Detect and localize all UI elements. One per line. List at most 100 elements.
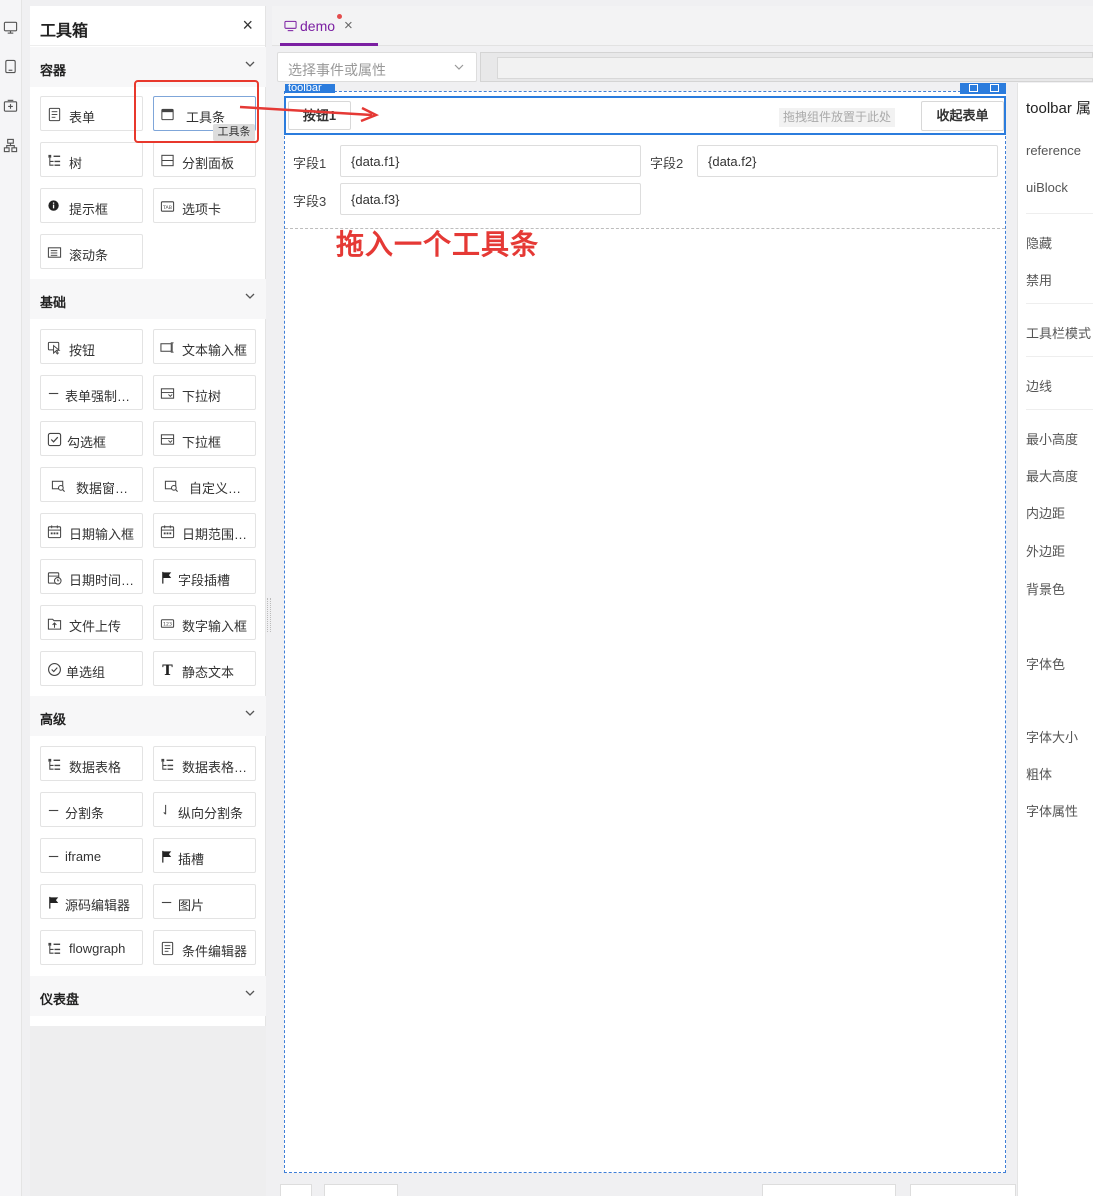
toolbox-item-flowgraph[interactable]: flowgraph <box>40 930 143 965</box>
bottom-tab[interactable] <box>762 1184 896 1196</box>
field-input-1[interactable]: {data.f1} <box>340 145 641 177</box>
toolbox-item-data-window[interactable]: 数据窗… <box>40 467 143 502</box>
prop-label-margin: 外边距 <box>1026 544 1066 559</box>
toolbox-item-iframe[interactable]: iframe <box>40 838 143 873</box>
add-component-icon[interactable] <box>3 98 18 113</box>
toolbox-item-static-text[interactable]: T 静态文本 <box>153 651 256 686</box>
section-header-advanced[interactable]: 高级 <box>30 696 266 736</box>
toolbox-item-custom[interactable]: 自定义… <box>153 467 256 502</box>
toolbar-component[interactable]: 按钮1 拖拽组件放置于此处 收起表单 <box>284 96 1006 135</box>
section-header-dashboard[interactable]: 仪表盘 <box>30 976 266 1016</box>
field-input-3[interactable]: {data.f3} <box>340 183 641 215</box>
flag-icon <box>160 570 175 585</box>
toolbox-item-label: 表单 <box>69 110 96 125</box>
toolbox-item-label: 文件上传 <box>69 619 122 634</box>
toolbox-item-button[interactable]: 按钮 <box>40 329 143 364</box>
toolbox-item-label: 分割条 <box>65 806 105 821</box>
toolbox-item-form-force[interactable]: 表单强制… <box>40 375 143 410</box>
section-label: 仪表盘 <box>40 992 80 1007</box>
toolbox-item-label: flowgraph <box>69 941 126 956</box>
tree-icon <box>47 941 62 956</box>
svg-text:TAB: TAB <box>162 205 172 211</box>
toolbox-item-slot[interactable]: 插槽 <box>153 838 256 873</box>
section-header-basic[interactable]: 基础 <box>30 279 266 319</box>
collapse-form-button[interactable]: 收起表单 <box>921 101 1004 131</box>
field-label-1: 字段1 <box>293 156 327 171</box>
toolbox-item-code-editor[interactable]: 源码编辑器 <box>40 884 143 919</box>
field-input-2[interactable]: {data.f2} <box>697 145 998 177</box>
toolbox-item-image[interactable]: 图片 <box>153 884 256 919</box>
toolbox-item-form[interactable]: 表单 <box>40 96 143 131</box>
calendar-clock-icon <box>47 570 62 585</box>
toolbox-close-icon[interactable]: × <box>242 16 253 34</box>
toolbox-item-condition-editor[interactable]: 条件编辑器 <box>153 930 256 965</box>
delete-icon[interactable] <box>990 84 999 92</box>
property-input[interactable] <box>497 57 1093 79</box>
toolbox-item-divider[interactable]: 分割条 <box>40 792 143 827</box>
prop-label-reference: reference <box>1026 143 1081 158</box>
toolbox-item-checkbox[interactable]: 勾选框 <box>40 421 143 456</box>
toolbox-item-split-panel[interactable]: 分割面板 <box>153 142 256 177</box>
toolbox-item-label: iframe <box>65 849 102 864</box>
splitter-handle[interactable] <box>267 598 271 632</box>
toolbox-item-field-slot[interactable]: 字段插槽 <box>153 559 256 594</box>
divider <box>1026 409 1093 410</box>
toolbox-item-datetime[interactable]: 日期时间… <box>40 559 143 594</box>
desktop-icon[interactable] <box>3 20 18 35</box>
annotation-text: 拖入一个工具条 <box>336 229 540 260</box>
toolbox-item-label: 提示框 <box>69 202 109 217</box>
prop-label-bold: 粗体 <box>1026 767 1053 782</box>
toolbox-item-date-range[interactable]: 日期范围… <box>153 513 256 548</box>
field-label-2: 字段2 <box>650 156 684 171</box>
toolbox-item-data-table-2[interactable]: 数据表格… <box>153 746 256 781</box>
toolbar-button-1[interactable]: 按钮1 <box>288 101 351 130</box>
network-icon[interactable] <box>3 138 18 153</box>
svg-text:123: 123 <box>163 621 172 627</box>
text-t-icon: T <box>160 662 175 677</box>
drag-tooltip: 工具条 <box>213 124 255 141</box>
toolbox-item-file-upload[interactable]: 文件上传 <box>40 605 143 640</box>
toolbox-item-select[interactable]: 下拉框 <box>153 421 256 456</box>
prop-label-toolbar-mode: 工具栏模式 <box>1026 326 1092 341</box>
dash-icon <box>47 803 62 818</box>
toolbox-item-scrollbar[interactable]: 滚动条 <box>40 234 143 269</box>
calendar-icon <box>160 524 175 539</box>
toolbox-item-label: 数据窗… <box>76 481 129 496</box>
toolbox-panel: 工具箱 × 容器 表单 工具条 树 分割面板 提示框 TAB 选项卡 滚动条 基… <box>30 6 266 1196</box>
toolbox-item-tooltip[interactable]: 提示框 <box>40 188 143 223</box>
search-window-icon <box>51 478 66 493</box>
bottom-tab-active[interactable] <box>324 1184 398 1196</box>
tab-demo[interactable]: demo × <box>280 6 378 46</box>
toolbox-item-text-input[interactable]: 文本输入框 <box>153 329 256 364</box>
toolbox-item-label: 插槽 <box>178 852 205 867</box>
toolbox-item-number-input[interactable]: 123 数字输入框 <box>153 605 256 640</box>
toolbox-item-tree[interactable]: 树 <box>40 142 143 177</box>
prop-label-uiblock: uiBlock <box>1026 180 1068 195</box>
dash-icon <box>160 895 175 910</box>
toolbox-item-date-input[interactable]: 日期输入框 <box>40 513 143 548</box>
toolbox-item-dropdown-tree[interactable]: 下拉树 <box>153 375 256 410</box>
flag-icon <box>47 895 62 910</box>
event-select[interactable]: 选择事件或属性 <box>277 52 477 82</box>
bottom-tab[interactable] <box>910 1184 1016 1196</box>
bottom-tabs <box>272 1180 1093 1196</box>
event-select-placeholder: 选择事件或属性 <box>288 62 386 78</box>
toolbox-item-label: 表单强制… <box>65 389 131 404</box>
bottom-tab[interactable] <box>280 1184 312 1196</box>
toolbox-item-radio-group[interactable]: 单选组 <box>40 651 143 686</box>
upload-icon <box>47 616 62 631</box>
toolbox-item-label: 日期范围… <box>182 527 248 542</box>
toolbox-item-label: 日期时间… <box>69 573 135 588</box>
svg-text:T: T <box>162 663 173 677</box>
toolbox-item-label: 源码编辑器 <box>65 898 131 913</box>
property-panel: toolbar 属 reference uiBlock 隐藏 禁用 工具栏模式 … <box>1017 83 1093 1196</box>
toolbox-item-label: 数据表格 <box>69 760 122 775</box>
tablet-icon[interactable] <box>3 59 18 74</box>
toolbox-item-vertical-divider[interactable]: 纵向分割条 <box>153 792 256 827</box>
toolbox-item-data-table[interactable]: 数据表格 <box>40 746 143 781</box>
tab-close-icon[interactable]: × <box>344 17 353 34</box>
copy-icon[interactable] <box>969 84 978 92</box>
field-label-3: 字段3 <box>293 194 327 209</box>
toolbox-item-tabs[interactable]: TAB 选项卡 <box>153 188 256 223</box>
chevron-down-icon <box>245 710 255 719</box>
